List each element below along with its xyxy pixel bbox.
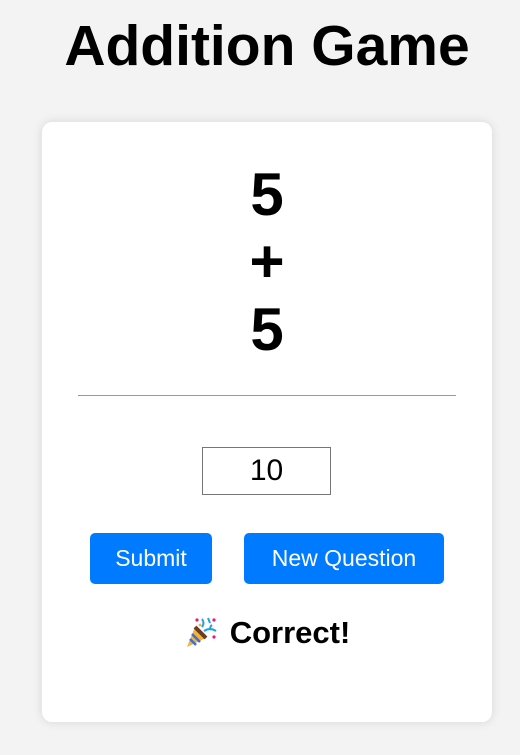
party-popper-icon [186, 617, 217, 647]
operand-2: 5 [250, 296, 284, 363]
answer-input[interactable] [202, 447, 331, 495]
page-title: Addition Game [64, 14, 470, 78]
operand-1: 5 [250, 161, 284, 228]
result-message: Correct! [42, 611, 492, 655]
operator: + [249, 228, 285, 295]
result-text: Correct! [229, 615, 351, 650]
new-question-button[interactable]: New Question [244, 533, 444, 584]
game-card: 5 + 5 Submit New Question Correct! [42, 122, 492, 722]
submit-button[interactable]: Submit [90, 533, 212, 584]
divider [78, 395, 456, 396]
